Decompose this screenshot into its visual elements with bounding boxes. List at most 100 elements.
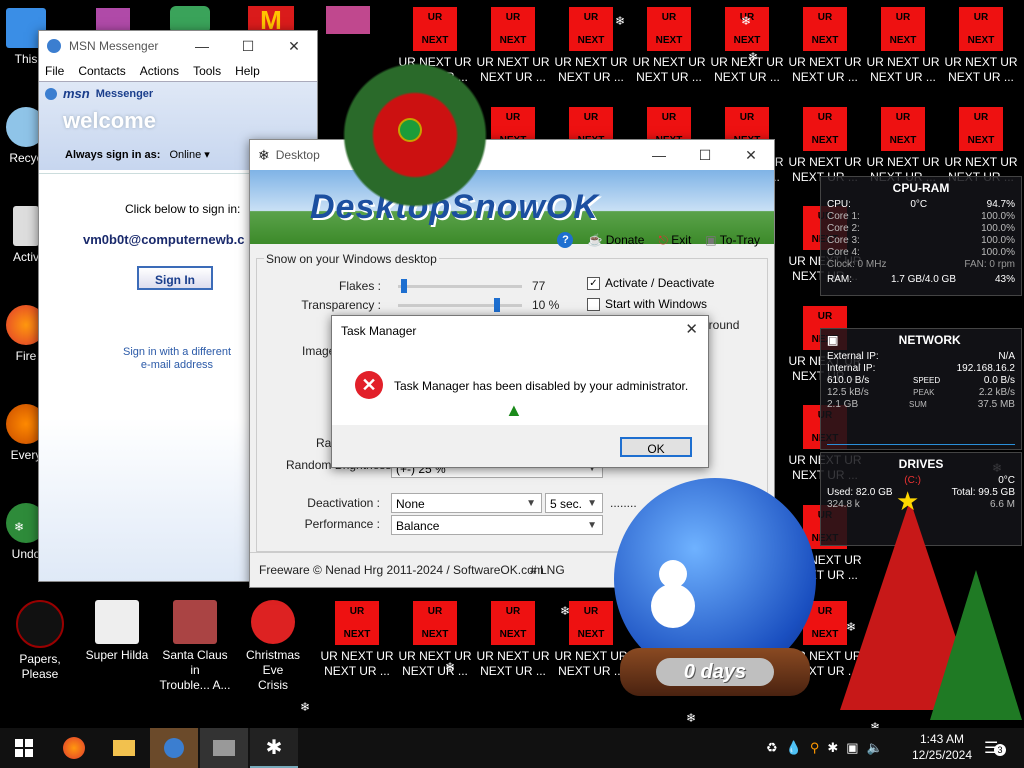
taskbar-desktopsnow[interactable]: ✱ xyxy=(250,728,298,768)
tray-people-icon[interactable]: ♻ xyxy=(766,740,778,756)
desktopsnow-titlebar[interactable]: ❄ Desktop — ☐ ✕ xyxy=(250,140,774,170)
start-with-windows-checkbox[interactable]: Start with Windows xyxy=(587,297,707,311)
tray-network-icon[interactable]: ▣ xyxy=(846,740,858,756)
flakes-slider-track[interactable] xyxy=(398,285,522,288)
msn-menubar: File Contacts Actions Tools Help xyxy=(39,61,317,81)
notification-center-button[interactable]: ☰ 3 xyxy=(984,738,1006,758)
minimize-button[interactable]: — xyxy=(636,140,682,170)
ur-next-tile[interactable]: URNEXTUR NEXT URNEXT UR ... xyxy=(788,106,862,185)
tray-search-icon[interactable]: ⚲ xyxy=(810,740,820,756)
close-button[interactable]: ✕ xyxy=(271,31,317,61)
folder-icon xyxy=(113,740,135,756)
desktop-icon-label: This xyxy=(14,52,38,66)
ur-next-tile[interactable]: URNEXTUR NEXT URNEXT UR ... xyxy=(944,106,1018,185)
taskbar-file-explorer[interactable] xyxy=(100,728,148,768)
maximize-button[interactable]: ☐ xyxy=(225,31,271,61)
ur-next-tile-top: UR xyxy=(583,12,599,23)
performance-select[interactable]: Balance ▼ xyxy=(391,515,603,535)
help-icon[interactable]: ? xyxy=(557,232,574,248)
ur-next-tile-label: UR NEXT UR xyxy=(866,55,940,69)
ur-next-tile-icon: UR NEXT xyxy=(568,600,614,646)
desktop-icon-santa-claus[interactable]: Santa Claus in Trouble... A... xyxy=(158,600,232,693)
menu-help[interactable]: Help xyxy=(235,64,260,78)
ur-next-tile-label: NEXT UR ... xyxy=(714,70,780,84)
clock-date: 12/25/2024 xyxy=(911,748,973,762)
donate-button[interactable]: ☕ Donate xyxy=(587,233,644,247)
taskbar-firefox[interactable] xyxy=(50,728,98,768)
sign-in-button[interactable]: Sign In xyxy=(137,266,213,290)
ur-next-tile-top: UR xyxy=(427,606,443,617)
menu-actions[interactable]: Actions xyxy=(140,64,179,78)
menu-file[interactable]: File xyxy=(45,64,64,78)
ur-next-tile-bottom: NEXT xyxy=(499,629,527,640)
ur-next-tile[interactable]: URNEXTUR NEXT URNEXT UR ... xyxy=(476,600,550,679)
ur-next-tile-top: UR xyxy=(895,112,911,123)
menu-tools[interactable]: Tools xyxy=(193,64,221,78)
ur-next-tile[interactable]: URNEXTUR NEXT URNEXT UR ... xyxy=(944,6,1018,85)
footer-link[interactable]: Freeware © Nenad Hrg 2011-2024 / Softwar… xyxy=(259,563,544,577)
ur-next-tile-icon: UR NEXT xyxy=(958,6,1004,52)
activate-label: Activate / Deactivate xyxy=(605,276,715,290)
ur-next-tile-icon: UR NEXT xyxy=(880,106,926,152)
ur-next-tile-label: UR NEXT UR xyxy=(320,649,394,663)
msn-titlebar[interactable]: MSN Messenger — ☐ ✕ xyxy=(39,31,317,61)
super-hilda-icon xyxy=(95,600,139,644)
desktop-icon-label: Santa Claus in xyxy=(162,648,228,677)
transparency-slider-track[interactable] xyxy=(398,304,522,307)
tray-volume-icon[interactable]: 🔈 xyxy=(867,740,883,756)
taskbar-task-window[interactable] xyxy=(200,728,248,768)
transparency-slider[interactable] xyxy=(494,298,501,312)
different-email-link[interactable]: Sign in with a different e-mail address xyxy=(99,346,255,372)
ur-next-tile[interactable]: URNEXTUR NEXT URNEXT UR ... xyxy=(320,600,394,679)
lng-link[interactable]: # LNG xyxy=(530,563,565,577)
tray-icon: ▣ xyxy=(705,233,717,247)
clock[interactable]: 1:43 AM 12/25/2024 xyxy=(904,731,980,763)
ur-next-tile[interactable]: URNEXTUR NEXT URNEXT UR ... xyxy=(632,6,706,85)
start-button[interactable] xyxy=(0,728,48,768)
ur-next-tile[interactable]: URNEXTUR NEXT URNEXT UR ... xyxy=(788,6,862,85)
tray-drop-icon[interactable]: 💧 xyxy=(786,740,802,756)
performance-value: Balance xyxy=(396,519,440,533)
performance-label: Performance : xyxy=(304,517,380,531)
deactivation-select[interactable]: None ▼ xyxy=(391,493,542,513)
desktop-icon-top-5[interactable] xyxy=(326,6,370,34)
minimize-button[interactable]: — xyxy=(179,31,225,61)
ur-next-tile-label: NEXT UR ... xyxy=(636,70,702,84)
sum-label: SUM xyxy=(909,400,927,409)
desktop-icon-papers-please[interactable]: Papers, Please xyxy=(3,600,77,682)
menu-contacts[interactable]: Contacts xyxy=(78,64,125,78)
always-sign-in-row: Always sign in as: Online ▾ xyxy=(65,148,210,161)
sum-down: 2.1 GB xyxy=(827,399,859,410)
ok-button[interactable]: OK xyxy=(620,437,692,457)
deactivation-seconds-select[interactable]: 5 sec. ▼ xyxy=(545,493,603,513)
ur-next-tile-label: NEXT UR ... xyxy=(402,664,468,678)
ur-next-tile[interactable]: URNEXTUR NEXT URNEXT UR ... xyxy=(476,6,550,85)
desktop-icon-christmas-eve[interactable]: Christmas Eve Crisis xyxy=(236,600,310,693)
close-button[interactable]: ✕ xyxy=(685,320,698,338)
checkbox-empty-icon xyxy=(587,297,600,311)
msn-back-icon[interactable] xyxy=(45,87,57,100)
ur-next-tile[interactable]: URNEXTUR NEXT URNEXT UR ... xyxy=(398,600,472,679)
ur-next-tile-top: UR xyxy=(895,12,911,23)
ur-next-tile-top: UR xyxy=(349,606,365,617)
ur-next-tile-label: NEXT UR ... xyxy=(558,70,624,84)
ur-next-tile[interactable]: URNEXTUR NEXT URNEXT UR ... xyxy=(866,106,940,185)
task-manager-dialog[interactable]: Task Manager ✕ ✕ Task Manager has been d… xyxy=(331,315,709,468)
ur-next-tile[interactable]: URNEXTUR NEXT URNEXT UR ... xyxy=(866,6,940,85)
int-ip-value: 192.168.16.2 xyxy=(956,363,1015,374)
tray-snowflake-icon[interactable]: ✱ xyxy=(827,740,838,756)
close-button[interactable]: ✕ xyxy=(728,140,774,170)
cpu-value: 94.7% xyxy=(986,199,1015,210)
taskbar-msn-messenger[interactable] xyxy=(150,728,198,768)
ur-next-tile-bottom: NEXT xyxy=(499,35,527,46)
msn-logo: msn xyxy=(63,86,90,101)
maximize-button[interactable]: ☐ xyxy=(682,140,728,170)
desktop-icon-super-hilda[interactable]: Super Hilda xyxy=(80,600,154,663)
status-dropdown[interactable]: Online ▾ xyxy=(169,149,209,161)
windows-icon xyxy=(15,739,33,757)
activate-checkbox[interactable]: ✓ Activate / Deactivate xyxy=(587,276,714,290)
snowflake-icon: ❄ xyxy=(748,50,759,64)
to-tray-button[interactable]: ▣ To-Tray xyxy=(705,233,760,247)
exit-button[interactable]: ⎋ Exit xyxy=(658,233,691,248)
flakes-slider[interactable] xyxy=(401,279,408,293)
